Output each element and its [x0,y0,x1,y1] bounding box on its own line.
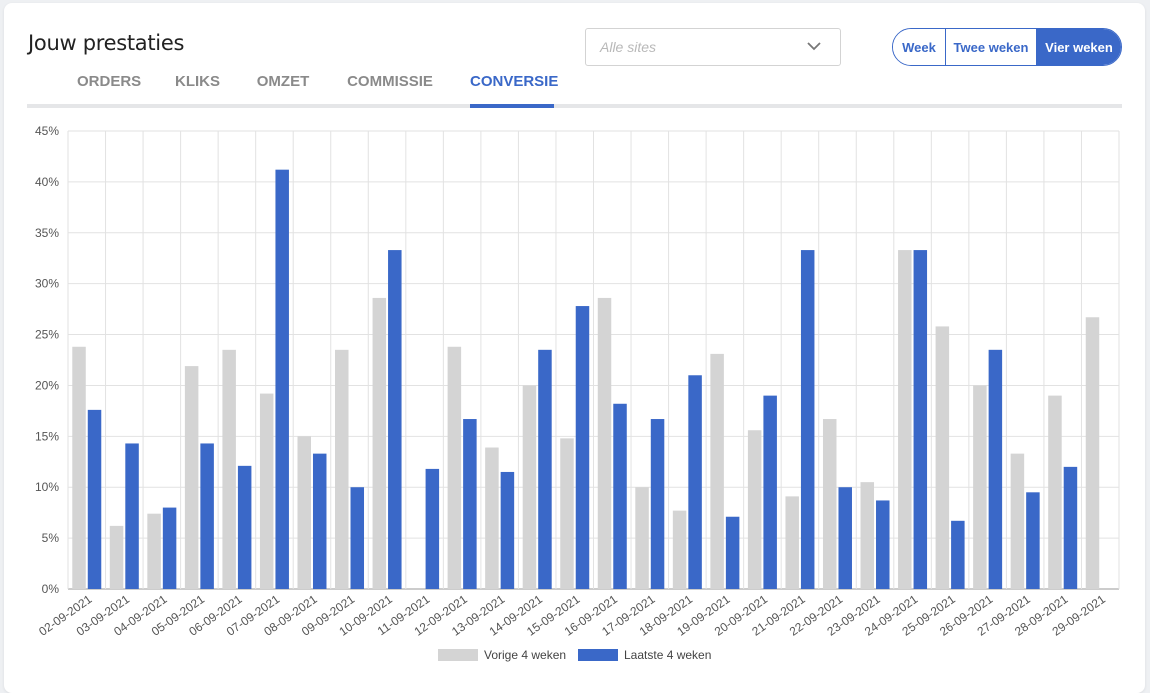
bar-previous [335,349,349,589]
bar-current [87,409,102,589]
y-tick-label: 25% [35,328,59,342]
bar-previous [109,525,124,589]
bar-current [838,487,852,589]
legend-swatch [438,649,478,661]
bar-previous [372,297,387,589]
bar-current [162,507,177,589]
bar-current [988,349,1003,589]
bar-current [763,395,777,589]
legend-label: Vorige 4 weken [484,648,566,662]
bar-current [237,465,252,589]
bar-previous [222,349,236,589]
y-tick-label: 5% [42,531,60,545]
y-tick-label: 30% [35,277,59,291]
bar-previous [184,366,199,589]
bar-current [800,250,815,589]
bar-previous [860,482,875,589]
bar-previous [1085,317,1100,589]
bar-previous [710,353,724,589]
bar-current [725,516,740,589]
bar-previous [822,419,837,589]
bar-current [1063,466,1078,589]
y-tick-label: 35% [35,226,59,240]
bar-previous [973,385,987,589]
bar-previous [898,250,912,589]
bar-previous [259,393,274,589]
bar-previous [1048,395,1062,589]
bar-current [425,468,440,589]
conversion-chart: 0%5%10%15%20%25%30%35%40%45%02-09-202103… [35,124,1120,662]
y-tick-label: 10% [35,480,59,494]
bar-previous [785,496,799,589]
bar-previous [522,385,537,589]
y-tick-label: 0% [42,582,60,596]
legend-swatch [578,649,618,661]
bar-current [575,306,590,589]
bar-current [876,500,890,589]
y-tick-label: 45% [35,124,59,138]
bar-current [463,419,477,589]
y-tick-label: 20% [35,378,59,392]
bar-previous [560,438,574,589]
bar-previous [297,436,311,589]
y-tick-label: 40% [35,175,59,189]
bar-previous [635,487,649,589]
bar-current [312,453,327,589]
bar-current [200,443,214,589]
bar-previous [597,297,612,589]
bar-current [275,169,289,590]
bar-current [688,375,702,589]
bar-previous [747,430,762,589]
bar-current [613,403,627,589]
bar-current [913,250,928,589]
bar-current [388,250,402,589]
bar-current [951,520,965,589]
bar-previous [935,326,950,589]
bar-previous [72,346,86,589]
bar-current [538,349,552,589]
bar-previous [147,513,161,589]
bar-current [650,419,665,589]
bar-current [1026,492,1040,589]
bar-previous [447,346,462,589]
bar-previous [672,510,687,589]
bar-current [500,471,515,589]
bar-previous [485,447,499,589]
bar-previous [1010,453,1025,589]
legend-label: Laatste 4 weken [624,648,711,662]
bar-current [350,487,365,589]
bar-current [125,443,139,589]
y-tick-label: 15% [35,429,59,443]
